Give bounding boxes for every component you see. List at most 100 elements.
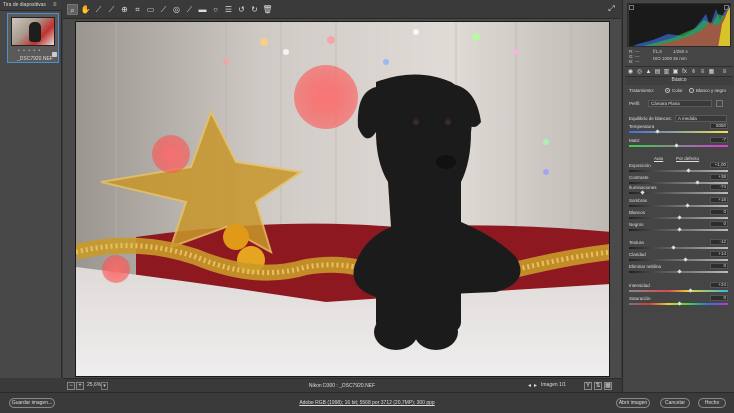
slider-track[interactable] [629,190,728,195]
hsl-tab-icon[interactable]: ▤ [654,69,661,76]
fullscreen-icon[interactable]: ⤢ [606,4,617,14]
cancel-button[interactable]: Cancelar [660,398,690,408]
slider-track[interactable] [629,257,728,262]
slider-value[interactable]: 0 [710,209,728,215]
slider-label: Negros [629,222,644,227]
target-adjust-icon[interactable]: ⊕ [119,4,130,15]
preview-area [63,19,621,378]
default-link[interactable]: Por defecto [676,156,699,161]
slider-track[interactable] [629,143,728,148]
graduated-filter-icon[interactable]: ▬ [197,4,208,15]
slider-thumb[interactable] [676,227,682,232]
detail-tab-icon[interactable]: ▲ [645,69,652,76]
slider-value[interactable]: +14 [710,251,728,257]
panel-menu-icon[interactable]: ≡ [53,2,59,8]
done-button[interactable]: Hecho [698,398,726,408]
preferences-icon[interactable]: ☰ [223,4,234,15]
white-balance-icon[interactable]: ⟋ [93,4,104,15]
panel-menu-icon[interactable]: ≡ [721,69,728,76]
slider-thumb[interactable] [676,269,682,274]
red-eye-icon[interactable]: ◎ [171,4,182,15]
slider-label: Iluminaciones [629,185,657,190]
slider-track[interactable] [629,288,728,293]
slider-track[interactable] [629,215,728,220]
profile-label: Perfil: [629,101,641,106]
presets-tab-icon[interactable]: ≡ [699,69,706,76]
slider-thumb[interactable] [676,301,682,306]
color-sampler-icon[interactable]: ⟋ [106,4,117,15]
slider-track[interactable] [629,129,728,134]
profile-browser-icon[interactable] [716,100,723,107]
filmstrip-thumbnail[interactable]: • • • • • _DSC7920.NEF [7,13,59,63]
slider-value[interactable]: +1,00 [710,162,728,168]
tone-curve-tab-icon[interactable]: ◎ [636,69,643,76]
slider-label: Matiz [629,138,640,143]
bw-radio[interactable] [689,88,694,93]
focal-length: 35 mm [673,56,687,61]
slider-thumb[interactable] [670,245,676,250]
slider-value[interactable]: +18 [710,197,728,203]
calibration-tab-icon[interactable]: ⌽ [690,69,697,76]
swap-settings-icon[interactable]: ⇅ [594,382,602,390]
wb-label: Equilibrio de blancos: [629,116,672,121]
compare-view-icon[interactable]: Y [584,382,592,390]
slider-track[interactable] [629,245,728,250]
slider-value[interactable]: 0 [710,295,728,301]
histogram-graph [628,4,730,46]
hand-icon[interactable]: ✋ [80,4,91,15]
basic-tab-icon[interactable]: ◉ [627,69,634,76]
effects-tab-icon[interactable]: fx [681,69,688,76]
color-radio[interactable] [665,88,670,93]
slider-thumb[interactable] [683,257,689,262]
straighten-icon[interactable]: ▭ [145,4,156,15]
slider-thumb[interactable] [640,190,645,195]
slider-value[interactable]: +24 [710,282,728,288]
thumbnail-rating[interactable]: • • • • • [18,48,41,54]
radial-filter-icon[interactable]: ○ [210,4,221,15]
bw-radio-label: Blanco y negro [696,88,727,93]
open-image-button[interactable]: Abrir imagen [616,398,650,408]
slider-track[interactable] [629,301,728,306]
slider-thumb[interactable] [686,168,692,173]
highlight-clip-icon[interactable] [724,5,729,10]
prev-image-icon[interactable]: ◂ [528,382,531,389]
next-image-icon[interactable]: ▸ [534,382,537,389]
slider-thumb[interactable] [695,180,700,185]
zoom-icon[interactable]: ⌕ [67,4,78,15]
slider-value[interactable]: -7 [710,137,728,143]
slider-value[interactable]: 0 [710,263,728,269]
trash-icon[interactable]: 🗑 [262,4,273,15]
profile-dropdown[interactable]: Cámara Plana [648,100,712,107]
slider-thumb[interactable] [673,143,679,148]
shadow-clip-icon[interactable] [629,5,634,10]
auto-link[interactable]: Auto [654,156,663,161]
slider-value[interactable]: 0 [710,221,728,227]
slider-thumb[interactable] [676,215,682,220]
slider-track[interactable] [629,168,728,173]
preview-settings-icon[interactable]: ▦ [604,382,612,390]
rotate-cw-icon[interactable]: ↻ [249,4,260,15]
slider-value[interactable]: +38 [710,174,728,180]
spot-removal-icon[interactable]: ⟋ [158,4,169,15]
split-toning-tab-icon[interactable]: ▥ [663,69,670,76]
wb-dropdown[interactable]: A medida [675,115,727,122]
wb-value: A medida [678,116,697,121]
panel-tabs: ◉ ◎ ▲ ▤ ▥ ▣ fx ⌽ ≡ ▦ ≡ [625,66,733,77]
slider-track[interactable] [629,269,728,274]
slider-thumb[interactable] [685,203,691,208]
snapshots-tab-icon[interactable]: ▦ [708,69,715,76]
adjustment-brush-icon[interactable]: ⟋ [184,4,195,15]
slider-thumb[interactable] [655,129,660,134]
slider-value[interactable]: -74 [710,184,728,190]
slider-thumb[interactable] [688,288,693,293]
lens-tab-icon[interactable]: ▣ [672,69,679,76]
slider-track[interactable] [629,227,728,232]
slider-track[interactable] [629,203,728,208]
photo-preview[interactable] [75,21,610,377]
slider-value[interactable]: 5050 [710,123,728,129]
slider-label: Intensidad [629,283,650,288]
slider-value[interactable]: -12 [710,239,728,245]
crop-icon[interactable]: ⌗ [132,4,143,15]
image-counter: Imagen 1/1 [541,382,567,388]
rotate-ccw-icon[interactable]: ↺ [236,4,247,15]
